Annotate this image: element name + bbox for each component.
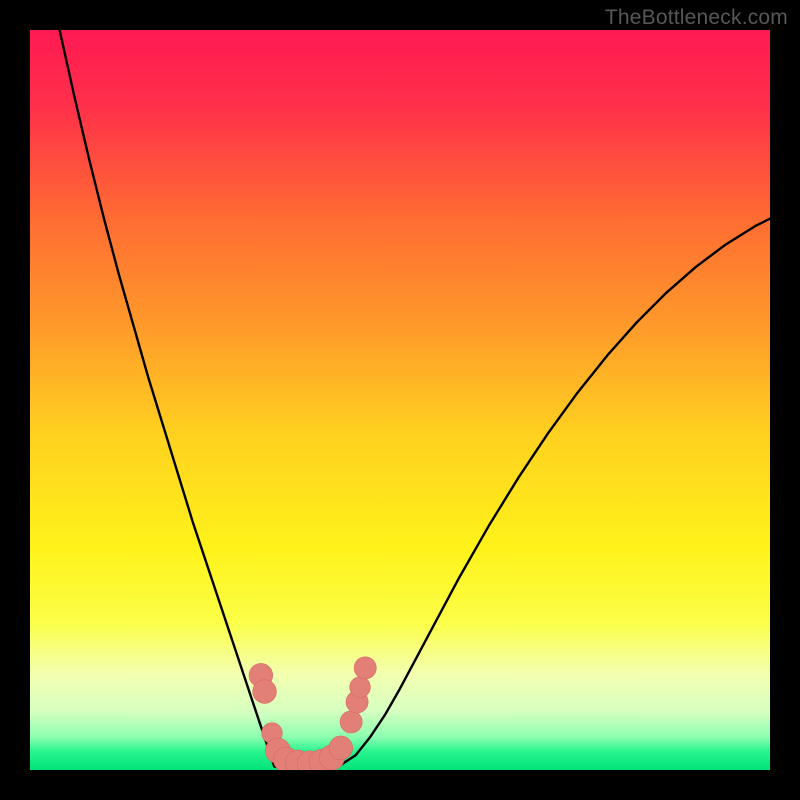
data-marker xyxy=(329,736,353,760)
data-marker xyxy=(253,680,277,704)
plot-area xyxy=(30,30,770,770)
right-branch-curve xyxy=(341,219,770,765)
data-marker xyxy=(340,711,362,733)
data-marker xyxy=(354,657,376,679)
watermark-text: TheBottleneck.com xyxy=(605,6,788,30)
data-marker xyxy=(350,677,371,698)
curve-layer xyxy=(30,30,770,770)
chart-frame: TheBottleneck.com xyxy=(0,0,800,800)
left-branch-curve xyxy=(60,30,275,766)
